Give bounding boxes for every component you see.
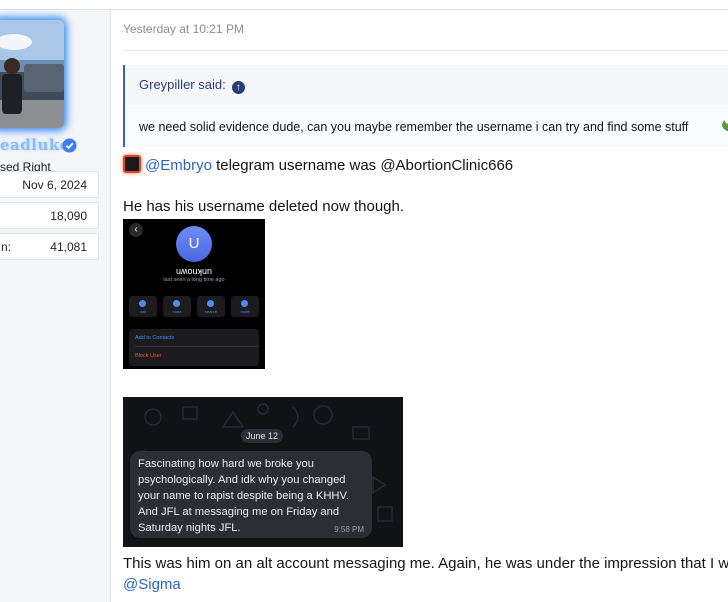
arrow-up-icon[interactable]: ↑	[231, 81, 245, 94]
menu-add-contacts: Add to Contacts	[135, 335, 175, 341]
stat-joined: Nov 6, 2024	[0, 171, 99, 198]
profile-menu: Add to Contacts Block User	[129, 329, 259, 366]
avatar[interactable]	[0, 20, 64, 128]
stat-posts: 18,090	[0, 202, 99, 229]
profile-avatar-letter: U	[176, 226, 212, 262]
screenshot-profile-image[interactable]: ‹ U uʍouʞun last seen a long time ago ca…	[123, 219, 265, 369]
profile-name: uʍouʞun	[175, 266, 213, 276]
quote-content: we need solid evidence dude, can you may…	[125, 105, 728, 147]
profile-last-seen: last seen a long time ago	[163, 277, 225, 283]
more-icon: more	[231, 296, 259, 317]
quote-text: we need solid evidence dude, can you may…	[139, 120, 689, 134]
post-date[interactable]: Yesterday at 10:21 PM	[123, 22, 244, 36]
post-line-1: @Embryo telegram username was @AbortionC…	[123, 155, 513, 174]
quote-author[interactable]: Greypiller said: ↑	[139, 77, 245, 94]
screenshot-message-image[interactable]: June 12 Fascinating how hard we broke yo…	[123, 397, 403, 547]
message-time: 9:58 PM	[334, 525, 364, 534]
call-icon: call	[129, 296, 157, 317]
message-date-chip: June 12	[241, 429, 283, 443]
post-line-3: This was him on an alt account messaging…	[123, 555, 728, 572]
menu-block-user: Block User	[135, 353, 162, 359]
mute-icon: mute	[163, 296, 191, 317]
search-icon: search	[197, 296, 225, 317]
message-bubble: Fascinating how hard we broke you psycho…	[130, 451, 372, 538]
stat-reputation: n: 41,081	[0, 233, 99, 260]
message-text: Fascinating how hard we broke you psycho…	[138, 458, 350, 534]
username[interactable]: eadluke	[0, 136, 70, 154]
post-line-2: He has his username deleted now though.	[123, 198, 405, 215]
user-panel: eadluke sed Right Nov 6, 2024 18,090 n: …	[0, 10, 111, 602]
mention-embryo[interactable]: @Embryo	[145, 157, 212, 174]
quote-block: Greypiller said: ↑ we need solid evidence…	[123, 65, 728, 147]
back-chevron-icon: ‹	[129, 223, 143, 237]
post-header-divider	[123, 50, 728, 51]
verified-badge-icon	[62, 138, 77, 153]
post-body: Yesterday at 10:21 PM Greypiller said: ↑ …	[111, 10, 728, 602]
pepe-emoji-icon	[722, 118, 728, 132]
top-divider	[0, 0, 728, 10]
mention-sigma[interactable]: @Sigma	[123, 576, 181, 593]
custom-emoji-icon	[123, 155, 141, 173]
